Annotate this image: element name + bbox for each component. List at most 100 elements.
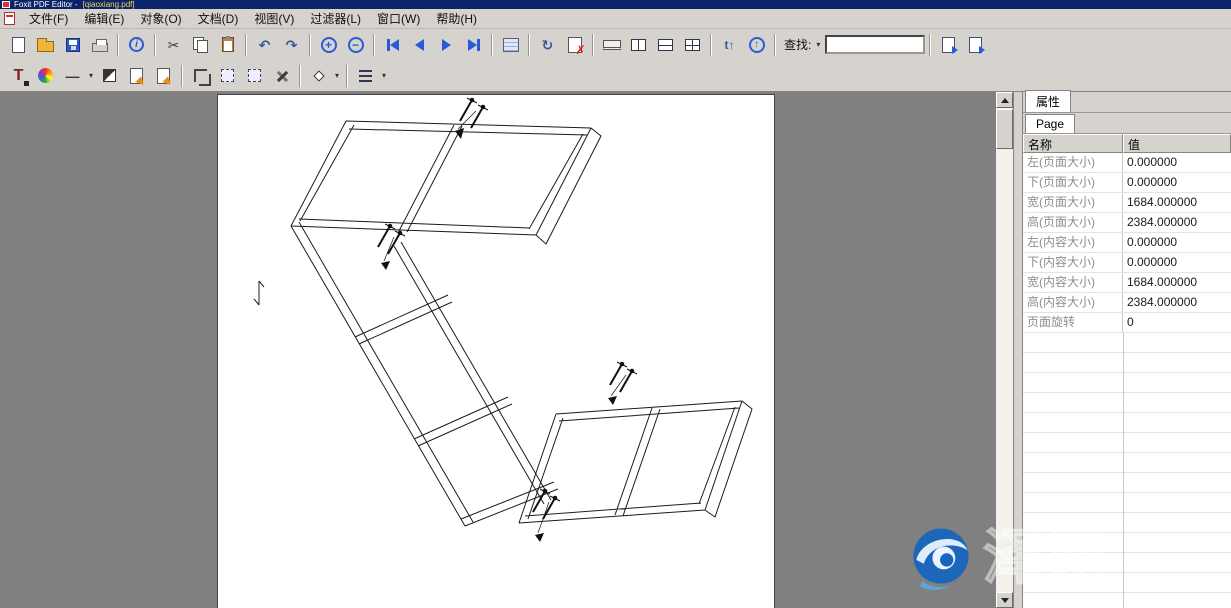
menu-item[interactable]: 文档(D) <box>190 8 247 29</box>
property-value[interactable]: 0 <box>1123 313 1231 332</box>
undo-button[interactable]: ↶ <box>251 32 278 58</box>
properties-tab[interactable]: 属性 <box>1025 90 1071 112</box>
export-page-button[interactable] <box>935 32 962 58</box>
scroll-down-button[interactable] <box>996 592 1013 608</box>
pdf-page[interactable] <box>217 94 775 608</box>
separator <box>299 65 301 87</box>
fill-tool-button[interactable] <box>96 63 123 89</box>
separator <box>154 34 156 56</box>
crossed-tools-icon <box>274 68 290 84</box>
last-page-icon <box>468 39 477 51</box>
find-dropdown-caret-icon[interactable]: ▾ <box>813 40 823 49</box>
next-page-icon <box>442 39 451 51</box>
fill-tool-icon <box>103 69 116 82</box>
info-button[interactable]: i <box>123 32 150 58</box>
find-input[interactable] <box>825 35 925 54</box>
property-name: 下(内容大小) <box>1023 253 1123 272</box>
name-column-header[interactable]: 名称 <box>1023 134 1123 153</box>
page-setup-button[interactable] <box>497 32 524 58</box>
edit-object-button[interactable] <box>123 63 150 89</box>
line-tool-icon: — <box>66 69 80 83</box>
split-quad-button[interactable] <box>679 32 706 58</box>
split-vertical-icon <box>631 39 646 51</box>
color-tool-button[interactable] <box>32 63 59 89</box>
first-page-button[interactable] <box>379 32 406 58</box>
technical-drawing <box>218 95 774 608</box>
rotate-icon: ↻ <box>542 38 554 52</box>
property-name: 页面旋转 <box>1023 313 1123 332</box>
scroll-up-button[interactable] <box>996 92 1013 108</box>
redo-button[interactable]: ↷ <box>278 32 305 58</box>
up-circle-button[interactable]: ↑ <box>743 32 770 58</box>
property-value[interactable]: 1684.000000 <box>1123 193 1231 212</box>
menu-item[interactable]: 编辑(E) <box>76 8 132 29</box>
property-value[interactable]: 1684.000000 <box>1123 273 1231 292</box>
split-horizontal-button[interactable] <box>652 32 679 58</box>
transform-button[interactable] <box>214 63 241 89</box>
align-tool-button[interactable] <box>352 63 379 89</box>
copy-icon <box>193 37 208 53</box>
text-tool-button[interactable]: T <box>5 63 32 89</box>
property-row: 高(内容大小) 2384.000000 <box>1023 293 1231 313</box>
copy-button[interactable] <box>187 32 214 58</box>
menu-bar: 文件(F)编辑(E)对象(O)文档(D)视图(V)过滤器(L)窗口(W)帮助(H… <box>0 9 1231 29</box>
node-tool-caret-icon[interactable]: ▾ <box>332 71 342 80</box>
delete-page-button[interactable]: ✗ <box>561 32 588 58</box>
zoom-in-button[interactable]: + <box>315 32 342 58</box>
menu-item[interactable]: 过滤器(L) <box>302 8 369 29</box>
line-tool-button[interactable]: — <box>59 63 86 89</box>
open-button[interactable] <box>32 32 59 58</box>
panel-splitter[interactable] <box>1013 92 1022 608</box>
separator <box>528 34 530 56</box>
property-value[interactable]: 0.000000 <box>1123 173 1231 192</box>
node-tool-button[interactable] <box>305 63 332 89</box>
menu-item[interactable]: 窗口(W) <box>369 8 428 29</box>
split-vertical-button[interactable] <box>625 32 652 58</box>
prev-page-button[interactable] <box>406 32 433 58</box>
property-grid-empty <box>1023 333 1231 608</box>
align-tool-caret-icon[interactable]: ▾ <box>379 71 389 80</box>
property-value[interactable]: 0.000000 <box>1123 233 1231 252</box>
property-name: 下(页面大小) <box>1023 173 1123 192</box>
import-page-button[interactable] <box>962 32 989 58</box>
property-row: 左(内容大小) 0.000000 <box>1023 233 1231 253</box>
separator <box>774 34 776 56</box>
save-button[interactable] <box>59 32 86 58</box>
rotate-page-button[interactable]: ↻ <box>534 32 561 58</box>
node-icon <box>313 70 324 81</box>
value-column-header[interactable]: 值 <box>1123 134 1231 153</box>
property-value[interactable]: 2384.000000 <box>1123 293 1231 312</box>
crop-tool-button[interactable] <box>187 63 214 89</box>
zoom-out-button[interactable]: − <box>342 32 369 58</box>
app-icon <box>2 1 10 8</box>
menu-item[interactable]: 帮助(H) <box>428 8 485 29</box>
line-tool-caret-icon[interactable]: ▾ <box>86 71 96 80</box>
tools-button[interactable] <box>268 63 295 89</box>
page-tab[interactable]: Page <box>1025 114 1075 133</box>
print-button[interactable] <box>86 32 113 58</box>
paste-button[interactable] <box>214 32 241 58</box>
separator <box>592 34 594 56</box>
menu-item[interactable]: 对象(O) <box>132 8 189 29</box>
document-canvas[interactable] <box>0 92 996 608</box>
up-arrow-icon <box>1001 98 1009 103</box>
last-page-button[interactable] <box>460 32 487 58</box>
scrollbar-thumb[interactable] <box>996 109 1013 149</box>
menu-item[interactable]: 视图(V) <box>246 8 302 29</box>
new-button[interactable] <box>5 32 32 58</box>
edit-document-icon <box>130 68 143 84</box>
keyboard-button[interactable] <box>598 32 625 58</box>
text-up-button[interactable]: t↑ <box>716 32 743 58</box>
menu-item[interactable]: 文件(F) <box>21 8 76 29</box>
cut-button[interactable]: ✂ <box>160 32 187 58</box>
transform-copy-button[interactable] <box>241 63 268 89</box>
vertical-scrollbar[interactable] <box>996 92 1013 608</box>
edit-page-button[interactable] <box>150 63 177 89</box>
next-page-button[interactable] <box>433 32 460 58</box>
document-icon[interactable] <box>4 12 15 25</box>
property-name: 左(页面大小) <box>1023 153 1123 172</box>
property-value[interactable]: 0.000000 <box>1123 253 1231 272</box>
properties-panel: 属性 Page 名称 值 左(页面大小) 0.000000 下(页面大小) 0.… <box>1022 92 1231 608</box>
property-value[interactable]: 0.000000 <box>1123 153 1231 172</box>
property-value[interactable]: 2384.000000 <box>1123 213 1231 232</box>
